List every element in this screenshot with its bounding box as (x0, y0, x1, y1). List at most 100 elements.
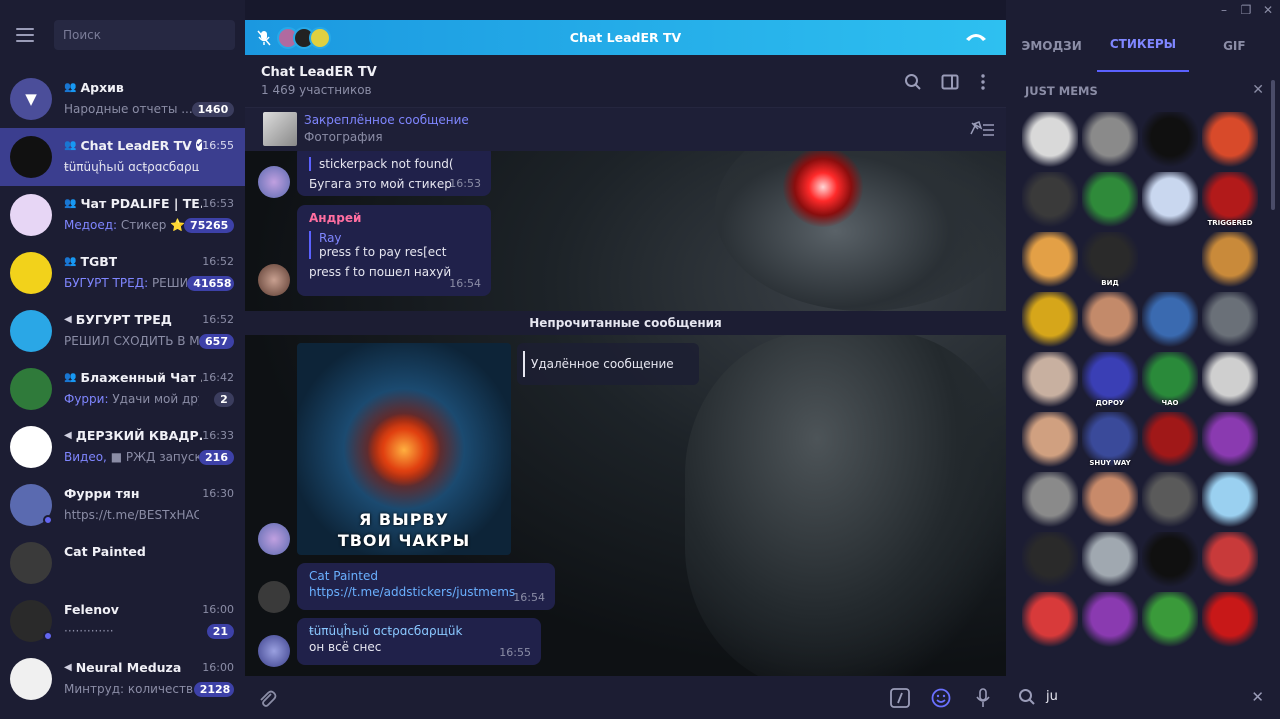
search-input[interactable]: Поиск (54, 20, 235, 50)
restore-icon[interactable]: ❐ (1239, 3, 1253, 17)
tab-stickers[interactable]: СТИКЕРЫ (1097, 20, 1189, 72)
chat-list-item[interactable]: ◀ Neural Meduza 16:00 Минтруд: количеств...… (0, 650, 245, 708)
minimize-icon[interactable]: – (1217, 3, 1231, 17)
attach-icon[interactable] (257, 688, 277, 708)
search-icon[interactable] (904, 73, 922, 91)
user-avatar[interactable] (258, 581, 290, 613)
chat-list-item[interactable]: Cat Painted (0, 534, 245, 592)
message-bubble[interactable]: ŧüπüųĥьıŭ ɑϲŧρɑϲбɑρщük он всё снес 16:55 (297, 618, 541, 665)
message-composer[interactable] (245, 676, 1006, 719)
chat-list-item[interactable]: 👥TGBT 16:52 БУГУРТ ТРЕД: РЕШИ...41658 (0, 244, 245, 302)
emoji-icon[interactable] (931, 688, 951, 708)
chat-list-item[interactable]: 👥 Блаженный Чат ... 16:42 Фурри: Удачи мой … (0, 360, 245, 418)
sticker-item[interactable] (1022, 172, 1078, 228)
chat-preview: Медоед: Стикер ⭐ (64, 218, 184, 232)
message-history[interactable]: stickerpack not found( Бугага это мой ст… (245, 151, 1006, 676)
sticker-item[interactable] (1022, 292, 1078, 348)
chat-list-item[interactable]: ▼ 👥 Архив Народные отчеты ... 1460 (0, 70, 245, 128)
sticker-item[interactable] (1082, 472, 1138, 528)
tab-emoji[interactable]: ЭМОДЗИ (1006, 20, 1097, 72)
chat-name-text: Felenov (64, 601, 119, 617)
sticker-item[interactable] (1082, 292, 1138, 348)
reply-quote[interactable]: stickerpack not found( (309, 157, 479, 171)
sticker-item[interactable] (1142, 592, 1198, 648)
more-options-icon[interactable] (974, 73, 992, 91)
pinned-message-bar[interactable]: Закреплённое сообщение Фотография (245, 107, 1006, 151)
bot-commands-icon[interactable] (890, 688, 910, 708)
sidebar-toggle-icon[interactable] (941, 73, 959, 91)
hang-up-icon[interactable] (964, 31, 988, 43)
sticker-item[interactable] (1202, 472, 1258, 528)
clear-search-icon[interactable]: ✕ (1251, 688, 1264, 706)
sticker-item[interactable] (1082, 172, 1138, 228)
hamburger-menu-icon[interactable] (16, 28, 34, 42)
deleted-message-reply[interactable]: Удалённое сообщение (517, 343, 699, 385)
message-bubble[interactable]: Cat Painted https://t.me/addstickers/jus… (297, 563, 555, 610)
microphone-icon[interactable] (973, 688, 993, 708)
user-avatar[interactable] (258, 166, 290, 198)
message-author[interactable]: ŧüπüųĥьıŭ ɑϲŧρɑϲбɑρщük (309, 624, 529, 638)
sticker-item[interactable] (1022, 352, 1078, 408)
sticker-item[interactable]: ДОРОУ (1082, 352, 1138, 408)
chat-item-body: Cat Painted (64, 542, 234, 584)
sticker-item[interactable] (1142, 292, 1198, 348)
chat-list-item[interactable]: 👥 Чат PDALIFE | TE... 16:53 Медоед: Стикер … (0, 186, 245, 244)
message-author[interactable]: Андрей (309, 211, 479, 225)
sticker-item[interactable] (1022, 112, 1078, 168)
reply-quote[interactable]: Ray press f to pay res[ect (309, 231, 479, 259)
sticker-item[interactable] (1202, 532, 1258, 588)
user-avatar[interactable] (258, 523, 290, 555)
chat-item-footer: Фурри: Удачи мой друг 2 (64, 388, 234, 410)
message-author[interactable]: Cat Painted (309, 569, 543, 583)
chat-list-item[interactable]: 👥 Chat LeadER TV ✔ 16:55 ŧüπüųĥьıŭ ɑϲŧρɑϲбɑρ… (0, 128, 245, 186)
avatar-image (10, 194, 52, 236)
sticker-item[interactable] (1142, 472, 1198, 528)
sticker-item[interactable]: ВИД (1082, 232, 1138, 288)
chat-header[interactable]: Chat LeadER TV 1 469 участников (245, 55, 1006, 107)
sticker-item[interactable] (1202, 292, 1258, 348)
sticker-item[interactable] (1202, 232, 1258, 288)
pinned-list-icon[interactable] (969, 120, 995, 138)
sticker-item[interactable] (1142, 112, 1198, 168)
user-avatar[interactable] (258, 635, 290, 667)
sticker-item[interactable]: SHUY WAY (1082, 412, 1138, 468)
chat-avatar (10, 658, 52, 700)
tab-gif[interactable]: GIF (1189, 20, 1280, 72)
chat-item-header: Felenov 16:00 (64, 600, 234, 618)
sticker-search-input[interactable]: ju (1046, 689, 1058, 704)
chat-time: 16:00 (202, 660, 234, 674)
verified-icon: ✔ (195, 139, 202, 151)
sticker-item[interactable]: TRIGGERED (1202, 172, 1258, 228)
chat-list-item[interactable]: ◀ ДЕРЗКИЙ КВАДР... 16:33 Видео, ■ РЖД запус… (0, 418, 245, 476)
sticker-item[interactable] (1022, 412, 1078, 468)
sticker-item[interactable] (1202, 112, 1258, 168)
sticker-item[interactable] (1082, 592, 1138, 648)
chat-list-item[interactable]: Felenov 16:00 ············· 21 (0, 592, 245, 650)
sticker-item[interactable] (1142, 232, 1198, 288)
message-bubble[interactable]: Андрей Ray press f to pay res[ect press … (297, 205, 491, 296)
sticker-item[interactable]: ЧАО (1142, 352, 1198, 408)
chat-list-item[interactable]: ◀ БУГУРТ ТРЕД 16:52 РЕШИЛ СХОДИТЬ В М... 657 (0, 302, 245, 360)
voice-chat-bar[interactable]: Chat LeadER TV (245, 20, 1006, 55)
sticker-image[interactable]: Я ВЫРВУ ТВОИ ЧАКРЫ (297, 343, 511, 555)
close-window-icon[interactable]: ✕ (1261, 3, 1275, 17)
sticker-pack-link[interactable]: https://t.me/addstickers/justmems (309, 585, 543, 599)
sticker-item[interactable] (1202, 352, 1258, 408)
message-bubble[interactable]: stickerpack not found( Бугага это мой ст… (297, 151, 491, 196)
user-avatar[interactable] (258, 264, 290, 296)
sticker-item[interactable] (1022, 532, 1078, 588)
sticker-item[interactable] (1022, 472, 1078, 528)
sticker-item[interactable] (1022, 592, 1078, 648)
sticker-item[interactable] (1142, 412, 1198, 468)
sticker-item[interactable] (1082, 112, 1138, 168)
chat-list-item[interactable]: Фурри тян 16:30https://t.me/BESTxHACKERx (0, 476, 245, 534)
sticker-item[interactable] (1142, 172, 1198, 228)
sticker-item[interactable] (1082, 532, 1138, 588)
sticker-scrollbar[interactable] (1271, 80, 1275, 210)
close-pack-icon[interactable]: ✕ (1252, 82, 1264, 98)
sticker-item[interactable] (1142, 532, 1198, 588)
reply-bar (523, 351, 525, 377)
sticker-item[interactable] (1202, 592, 1258, 648)
sticker-item[interactable] (1202, 412, 1258, 468)
sticker-item[interactable] (1022, 232, 1078, 288)
